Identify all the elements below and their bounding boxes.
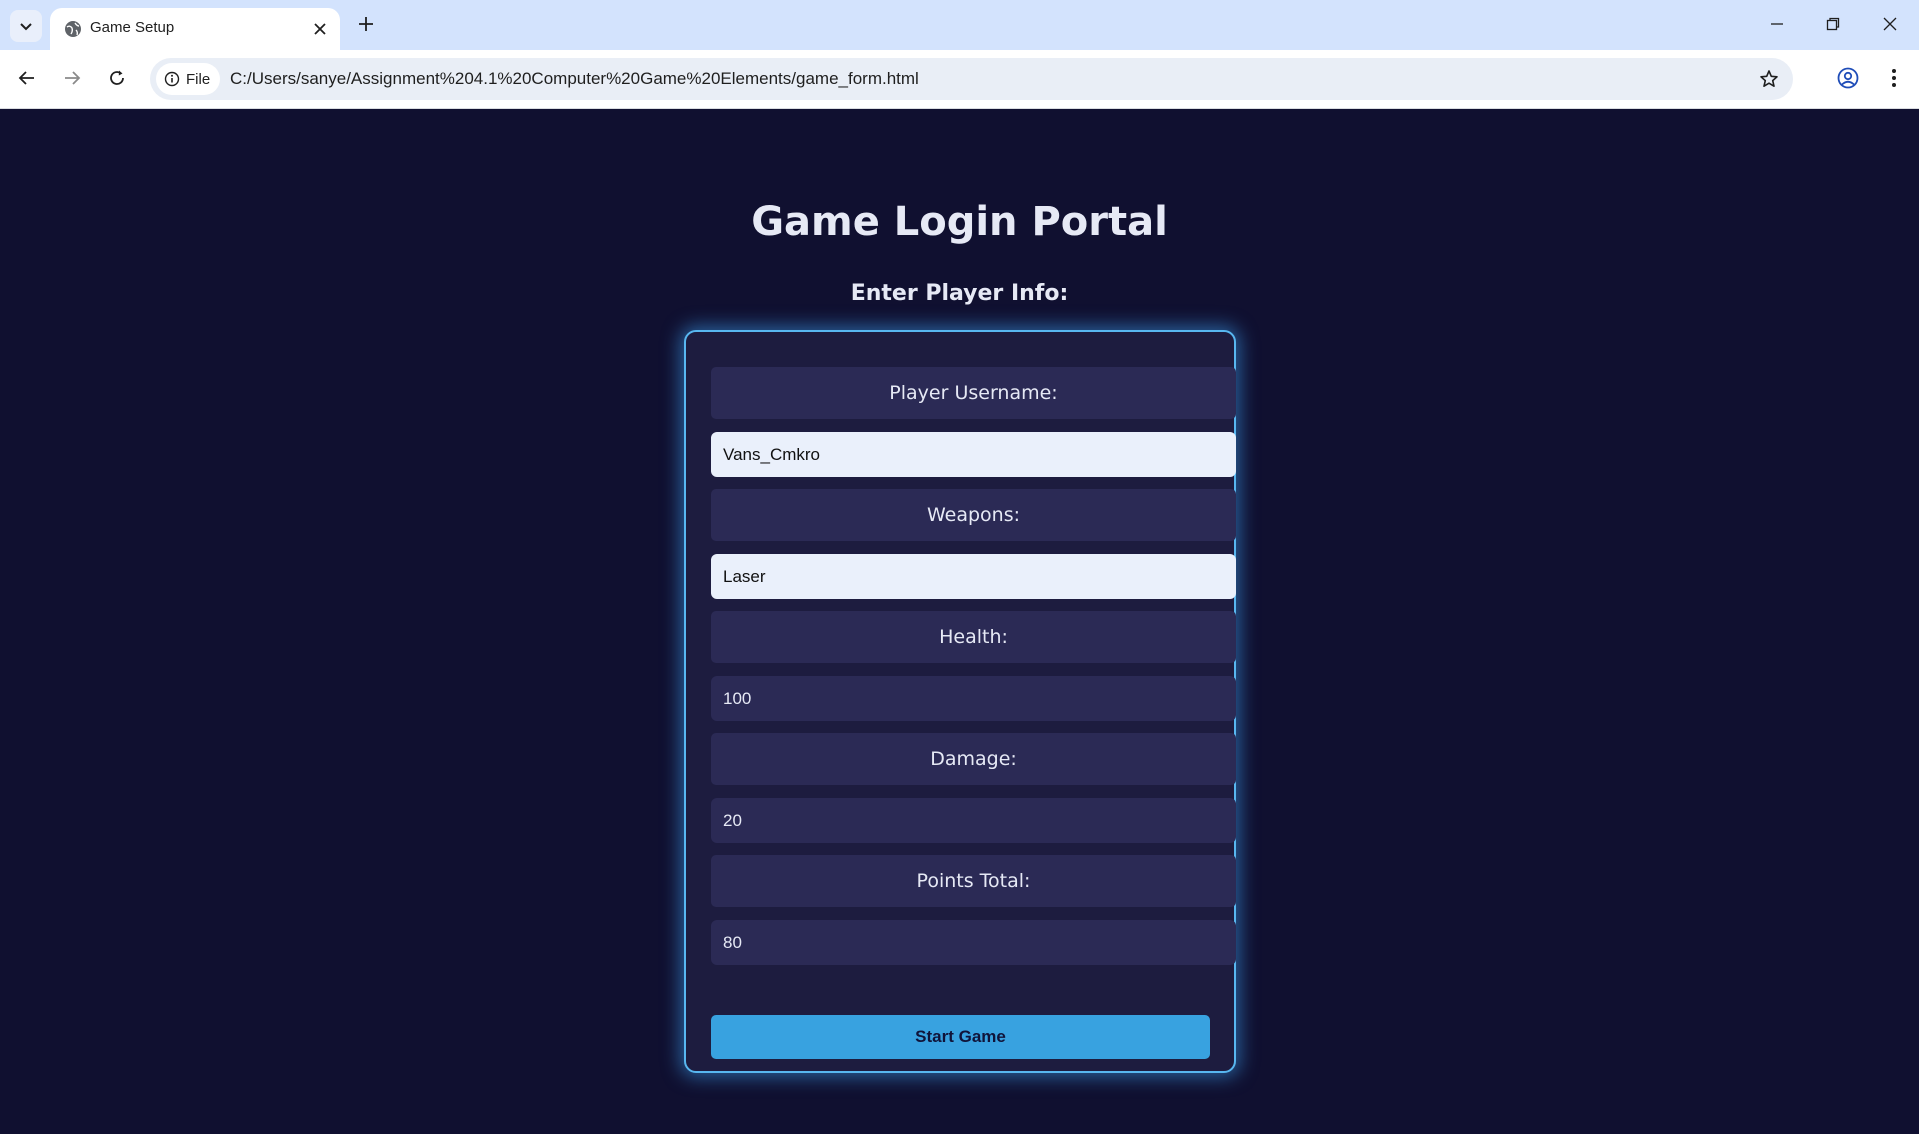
player-info-form: Player Username: Vans_Cmkro Weapons: Las… [684,330,1236,1073]
weapons-input[interactable]: Laser [711,554,1236,599]
globe-icon [65,21,81,37]
url-text: C:/Users/sanye/Assignment%204.1%20Comput… [230,69,919,88]
page-content: Game Login Portal Enter Player Info: Pla… [0,109,1919,1134]
forward-arrow-icon[interactable] [56,62,88,94]
minimize-icon[interactable] [1757,6,1797,42]
form-subtitle: Enter Player Info: [850,281,1069,306]
points-total-input[interactable]: 80 [711,920,1236,965]
page-title: Game Login Portal [751,199,1168,245]
points-total-label: Points Total: [711,855,1236,907]
profile-icon[interactable] [1832,62,1864,94]
damage-label: Damage: [711,733,1236,785]
username-input[interactable]: Vans_Cmkro [711,432,1236,477]
health-input[interactable]: 100 [711,676,1236,721]
tab-title: Game Setup [90,19,175,36]
plus-icon[interactable] [352,10,380,38]
site-info-chip[interactable]: File [156,63,221,95]
restore-icon[interactable] [1813,6,1853,42]
info-icon [164,71,180,87]
health-label: Health: [711,611,1236,663]
tab-game-setup[interactable]: Game Setup [50,8,340,50]
chevron-down-icon[interactable] [10,10,42,42]
address-bar[interactable]: File C:/Users/sanye/Assignment%204.1%20C… [150,58,1793,100]
star-icon[interactable] [1757,67,1781,91]
damage-input[interactable]: 20 [711,798,1236,843]
tab-strip: Game Setup [0,0,1919,50]
close-icon[interactable] [310,19,330,39]
weapons-label: Weapons: [711,489,1236,541]
start-game-button[interactable]: Start Game [711,1015,1210,1059]
username-label: Player Username: [711,367,1236,419]
back-arrow-icon[interactable] [11,62,43,94]
close-window-icon[interactable] [1870,6,1910,42]
browser-toolbar: File C:/Users/sanye/Assignment%204.1%20C… [0,50,1919,109]
reload-icon[interactable] [101,62,133,94]
site-chip-label: File [186,70,211,88]
kebab-menu-icon[interactable] [1878,62,1910,94]
